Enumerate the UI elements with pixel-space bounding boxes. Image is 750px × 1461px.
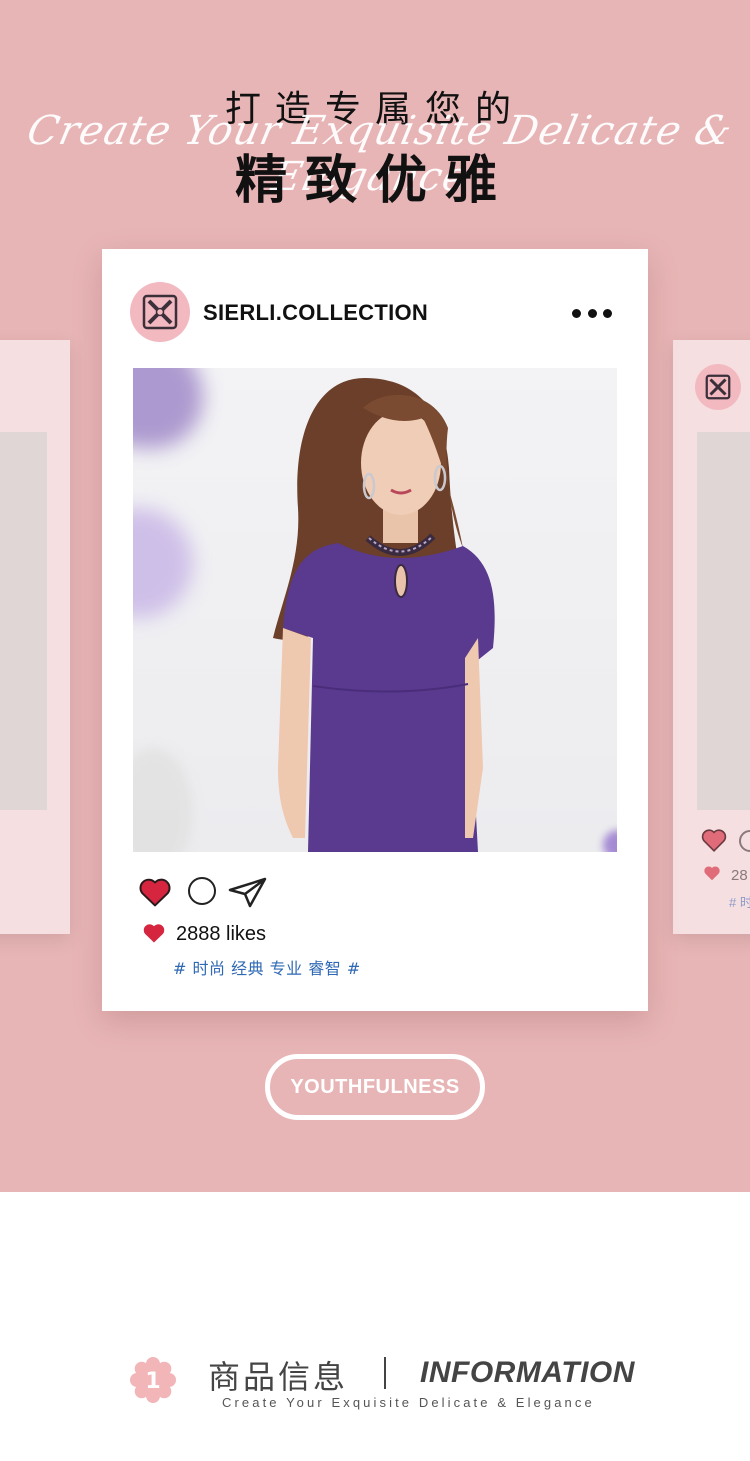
youthfulness-button[interactable]: YOUTHFULNESS [265,1054,485,1120]
comment-icon [739,830,750,852]
hero-title-line2: 精致优雅 [234,151,515,211]
likes-count[interactable]: 2888 likes [176,923,266,946]
info-divider [384,1357,386,1389]
side-tag-partial: # 时 [729,895,750,910]
side-likes-partial: 28 [731,867,748,884]
brand-logo-icon[interactable] [130,282,190,342]
comment-icon[interactable] [188,877,216,905]
post-username[interactable]: SIERLI.COLLECTION [203,300,428,326]
more-dots-icon[interactable] [572,307,612,319]
side-card-left-photo [0,432,47,810]
heart-icon [701,829,727,852]
side-card-left [0,340,70,934]
brand-logo-icon [695,364,741,410]
info-subtitle: Create Your Exquisite Delicate & Eleganc… [222,1395,595,1410]
side-card-right-photo [697,432,750,810]
info-title-cn: 商品信息 [208,1358,349,1396]
hero-section: 打造专属您的 Create Your Exquisite Delicate & … [0,0,750,1192]
post-tags[interactable]: # 时尚 经典 专业 睿智 # [173,955,361,979]
flower-badge-icon: 1 [130,1357,176,1403]
badge-number: 1 [145,1369,160,1394]
post-actions [138,876,278,908]
product-page: 打造专属您的 Create Your Exquisite Delicate & … [0,0,750,1461]
heart-icon [143,924,165,943]
post-photo [133,368,617,852]
info-title-en: INFORMATION [420,1356,635,1389]
side-card-right: 28 # 时 [673,340,750,934]
likes-row: 2888 likes [142,922,442,946]
heart-icon[interactable] [138,876,172,908]
post-card: SIERLI.COLLECTION 2888 likes # 时尚 经典 专业 … [102,249,648,1011]
heart-icon [704,866,720,881]
send-icon[interactable] [228,876,268,908]
